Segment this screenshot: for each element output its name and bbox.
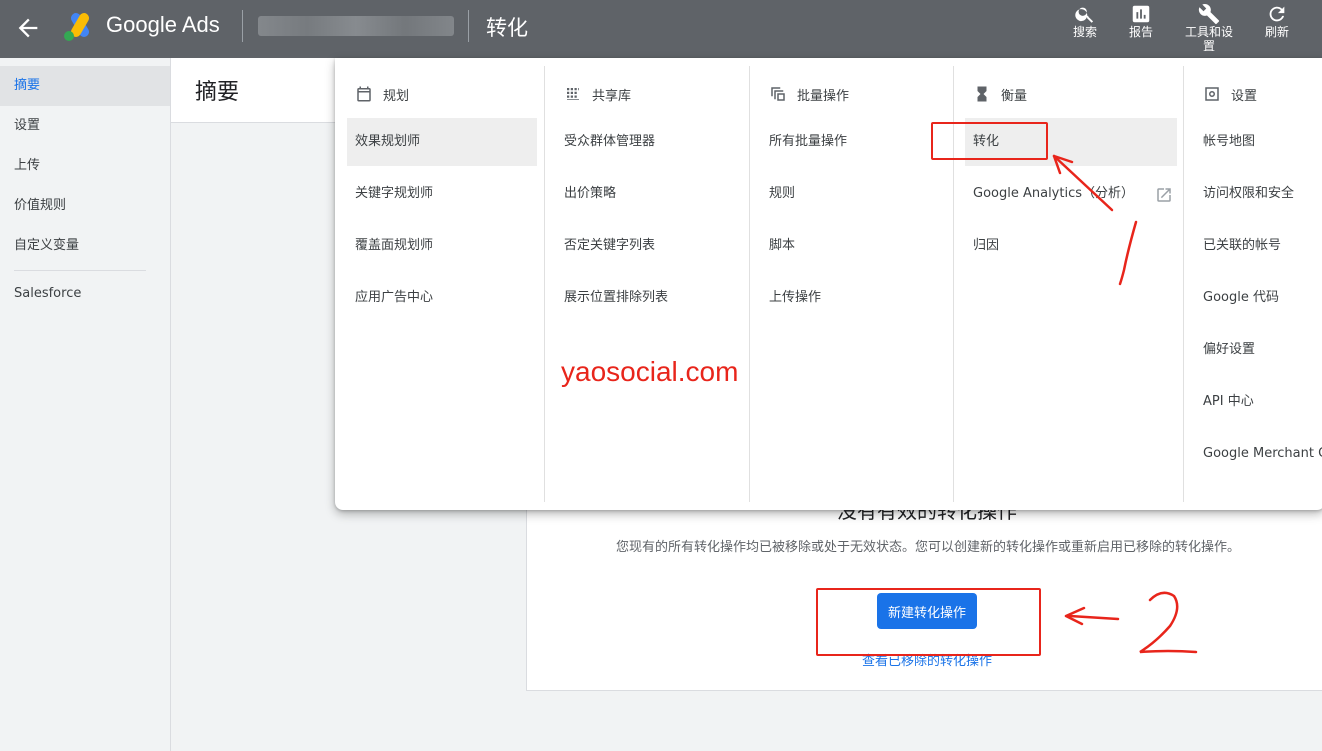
tools-label-line1: 工具和设 [1184, 25, 1233, 39]
tools-settings-button[interactable]: 工具和设 置 [1179, 2, 1239, 54]
nav-item-settings[interactable]: 设置 [0, 106, 170, 146]
calendar-icon [357, 86, 371, 102]
settings-icon [1205, 87, 1219, 101]
menu-item-scripts[interactable]: 脚本 [761, 222, 795, 270]
refresh-icon [1269, 6, 1285, 22]
search-button[interactable]: 搜索 [1055, 2, 1115, 54]
menu-item-bid-strategies[interactable]: 出价策略 [556, 170, 616, 218]
hourglass-icon [977, 86, 987, 102]
menu-heading-label: 批量操作 [797, 88, 850, 104]
menu-heading-shared-library: 共享库 [564, 82, 631, 106]
top-bar: Google Ads 转化 搜索 报告 工具和设 置 刷新 [0, 0, 1322, 58]
menu-item-account-map[interactable]: 帐号地图 [1195, 118, 1255, 166]
menu-heading-label: 衡量 [1001, 88, 1028, 104]
nav-item-value-rules[interactable]: 价值规则 [0, 186, 170, 226]
menu-heading-measurement: 衡量 [973, 82, 1027, 106]
watermark-text: yaosocial.com [561, 356, 739, 387]
menu-item-preferences[interactable]: 偏好设置 [1195, 326, 1255, 374]
menu-heading-label: 共享库 [592, 88, 632, 104]
menu-column-setup: 设置 帐号地图 访问权限和安全 已关联的帐号 Google 代码 偏好设置 AP… [1183, 66, 1322, 502]
nav-item-summary[interactable]: 摘要 [0, 66, 170, 106]
menu-item-rules[interactable]: 规则 [761, 170, 795, 218]
library-icon [567, 88, 579, 100]
menu-item-uploads[interactable]: 上传操作 [761, 274, 821, 322]
bulk-actions-icon [771, 87, 785, 101]
menu-item-keyword-planner[interactable]: 关键字规划师 [347, 170, 433, 218]
menu-item-google-analytics[interactable]: Google Analytics（分析） [965, 170, 1134, 218]
annotation-box-new-button [816, 588, 1041, 656]
account-name-redacted[interactable] [258, 16, 454, 36]
menu-heading-planning: 规划 [355, 82, 409, 106]
menu-item-placement-exclusion-lists[interactable]: 展示位置排除列表 [556, 274, 668, 322]
search-icon [1075, 7, 1094, 23]
menu-item-attribution[interactable]: 归因 [965, 222, 999, 270]
nav-item-salesforce[interactable]: Salesforce [0, 274, 170, 314]
annotation-box-conversions [931, 122, 1048, 160]
menu-item-app-advertising-hub[interactable]: 应用广告中心 [347, 274, 433, 322]
menu-heading-label: 设置 [1231, 88, 1258, 104]
brand-name[interactable]: Google Ads [106, 12, 220, 38]
tools-label-line2: 置 [1202, 39, 1215, 53]
back-arrow-icon[interactable] [14, 14, 42, 42]
menu-item-google-merchant-center[interactable]: Google Merchant Center [1195, 430, 1322, 478]
menu-item-access-and-security[interactable]: 访问权限和安全 [1195, 170, 1294, 218]
menu-heading-label: 规划 [383, 88, 410, 104]
menu-item-all-bulk-actions[interactable]: 所有批量操作 [761, 118, 847, 166]
search-label: 搜索 [1072, 25, 1097, 39]
menu-column-bulk-actions: 批量操作 所有批量操作 规则 脚本 上传操作 [749, 66, 953, 502]
bar-chart-icon [1132, 5, 1150, 23]
menu-item-linked-accounts[interactable]: 已关联的帐号 [1195, 222, 1281, 270]
refresh-button[interactable]: 刷新 [1247, 2, 1307, 54]
nav-item-custom-variables[interactable]: 自定义变量 [0, 226, 170, 266]
tools-menu: 规划 效果规划师 关键字规划师 覆盖面规划师 应用广告中心 共享库 受众群体管理… [335, 58, 1322, 510]
reports-label: 报告 [1128, 25, 1153, 39]
menu-item-api-center[interactable]: API 中心 [1195, 378, 1254, 426]
google-ads-logo-icon[interactable] [62, 12, 96, 42]
menu-item-google-tag[interactable]: Google 代码 [1195, 274, 1279, 322]
reports-button[interactable]: 报告 [1111, 2, 1171, 54]
menu-heading-bulk-actions: 批量操作 [769, 82, 849, 106]
empty-state-description: 您现有的所有转化操作均已被移除或处于无效状态。您可以创建新的转化操作或重新启用已… [615, 540, 1240, 555]
menu-item-performance-planner[interactable]: 效果规划师 [347, 118, 537, 166]
page-title: 转化 [486, 16, 528, 40]
header-divider [468, 10, 469, 42]
summary-title: 摘要 [195, 80, 240, 105]
menu-column-shared-library: 共享库 受众群体管理器 出价策略 否定关键字列表 展示位置排除列表 [544, 66, 749, 502]
menu-heading-setup: 设置 [1203, 82, 1257, 106]
left-navigation: 摘要 设置 上传 价值规则 自定义变量 Salesforce [0, 58, 171, 751]
nav-divider [14, 270, 146, 271]
nav-item-uploads[interactable]: 上传 [0, 146, 170, 186]
menu-item-audience-manager[interactable]: 受众群体管理器 [556, 118, 655, 166]
menu-item-negative-keyword-lists[interactable]: 否定关键字列表 [556, 222, 655, 270]
refresh-label: 刷新 [1264, 25, 1289, 39]
header-divider [242, 10, 243, 42]
menu-column-planning: 规划 效果规划师 关键字规划师 覆盖面规划师 应用广告中心 [335, 66, 545, 502]
external-link-icon[interactable] [1155, 186, 1173, 204]
wrench-icon [1198, 4, 1220, 25]
menu-item-reach-planner[interactable]: 覆盖面规划师 [347, 222, 433, 270]
